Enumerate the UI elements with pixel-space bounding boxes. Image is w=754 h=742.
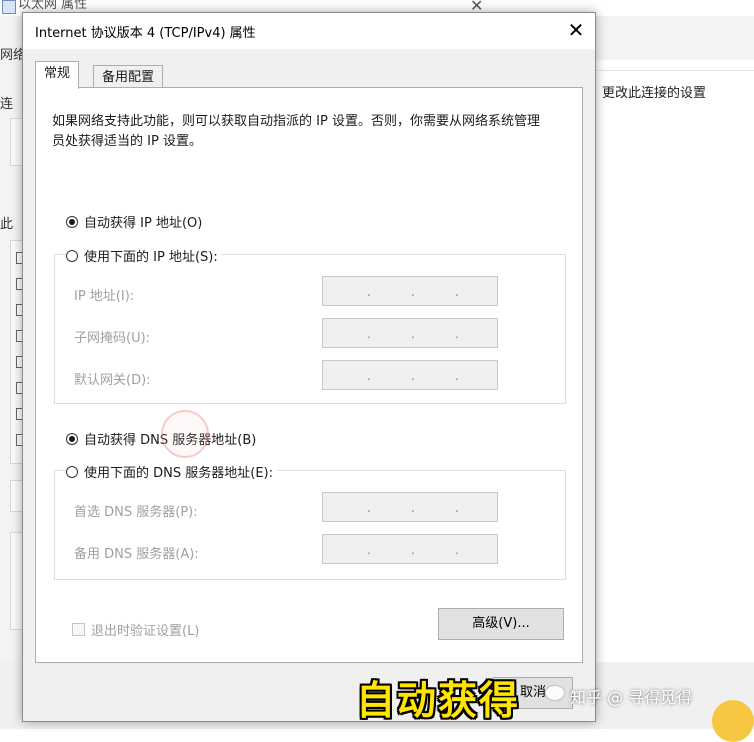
ip-address-input[interactable]: ... [322, 276, 498, 306]
auto-dns-radio[interactable] [66, 432, 78, 445]
description-text: 如果网络支持此功能，则可以获取自动指派的 IP 设置。否则，你需要从网络系统管理… [52, 114, 540, 149]
manual-ip-label: 使用下面的 IP 地址(S): [84, 250, 218, 265]
validate-settings-label: 退出时验证设置(L) [91, 624, 200, 639]
preferred-dns-label: 首选 DNS 服务器(P): [74, 505, 198, 520]
dialog-titlebar: Internet 协议版本 4 (TCP/IPv4) 属性 ✕ [23, 13, 595, 49]
advanced-button[interactable]: 高级(V)... [438, 608, 564, 640]
background-edge-text: 连 [0, 97, 14, 112]
validate-settings-row[interactable]: 退出时验证设置(L) [72, 620, 199, 639]
change-connection-settings-link[interactable]: 更改此连接的设置 [602, 82, 706, 101]
background-window-title: 以太网 属性 [18, 0, 88, 12]
validate-settings-checkbox[interactable] [72, 623, 85, 636]
background-right-area [594, 60, 754, 662]
manual-ip-radio-row[interactable]: 使用下面的 IP 地址(S): [66, 246, 222, 265]
dialog-title: Internet 协议版本 4 (TCP/IPv4) 属性 [35, 26, 256, 41]
auto-ip-radio-row[interactable]: 自动获得 IP 地址(O) [66, 212, 207, 231]
zhihu-logo-icon [546, 686, 564, 700]
avatar-icon [712, 700, 754, 742]
ip-address-label: IP 地址(I): [74, 289, 135, 304]
manual-dns-radio-row[interactable]: 使用下面的 DNS 服务器地址(E): [66, 462, 277, 481]
close-icon[interactable]: ✕ [563, 17, 589, 43]
ipv4-properties-dialog: Internet 协议版本 4 (TCP/IPv4) 属性 ✕ 常规 备用配置 … [22, 12, 596, 722]
click-indicator [161, 410, 209, 458]
subnet-mask-label: 子网掩码(U): [74, 331, 151, 346]
background-divider [594, 70, 754, 71]
default-gateway-input[interactable]: ... [322, 360, 498, 390]
auto-ip-label: 自动获得 IP 地址(O) [84, 216, 203, 231]
manual-dns-label: 使用下面的 DNS 服务器地址(E): [84, 466, 273, 481]
subtitle-caption: 自动获得 [356, 679, 521, 724]
general-tab-pane: 如果网络支持此功能，则可以获取自动指派的 IP 设置。否则，你需要从网络系统管理… [35, 87, 583, 663]
manual-dns-radio[interactable] [66, 465, 78, 478]
alternate-dns-input[interactable]: ... [322, 534, 498, 564]
tab-general[interactable]: 常规 [35, 61, 80, 89]
subnet-mask-input[interactable]: ... [322, 318, 498, 348]
background-edge-text: 此 [0, 217, 14, 232]
alternate-dns-label: 备用 DNS 服务器(A): [74, 547, 199, 562]
default-gateway-label: 默认网关(D): [74, 373, 151, 388]
preferred-dns-input[interactable]: ... [322, 492, 498, 522]
auto-ip-radio[interactable] [66, 215, 78, 228]
watermark-text: 知乎 @ 寻得觅得 [570, 688, 693, 707]
manual-ip-radio[interactable] [66, 249, 78, 262]
network-adapter-icon [2, 0, 16, 14]
